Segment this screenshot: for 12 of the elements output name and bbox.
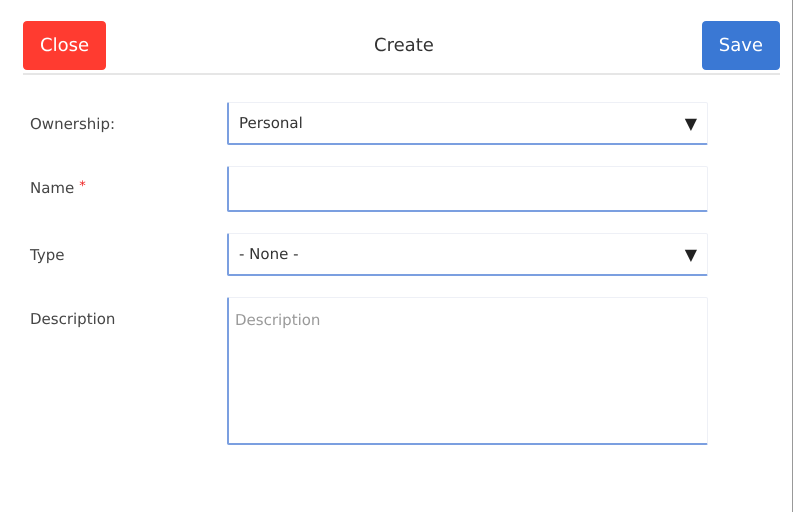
- close-button[interactable]: Close: [23, 21, 106, 70]
- field-label: Description: [30, 310, 116, 328]
- save-button[interactable]: Save: [702, 21, 780, 70]
- required-mark: *: [79, 179, 86, 196]
- description-input-field[interactable]: Description: [227, 297, 708, 445]
- dropdown[interactable]: Personal ▼: [227, 102, 708, 145]
- field-label: Type: [30, 246, 64, 264]
- name-input-field[interactable]: [227, 166, 708, 212]
- dropdown[interactable]: - None - ▼: [227, 233, 708, 276]
- field-label: Ownership:: [30, 115, 116, 133]
- field-label: Name: [30, 179, 74, 197]
- dialog-title: Create: [374, 35, 434, 56]
